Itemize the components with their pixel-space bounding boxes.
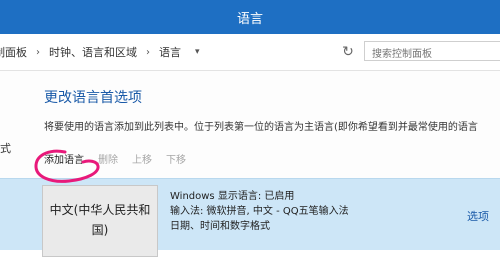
remove-button[interactable]: 删除 [98, 153, 118, 169]
main-content: 更改语言首选项 将要使用的语言添加到此列表中。位于列表第一位的语言为主语言(即你… [0, 71, 500, 257]
display-language-status: Windows 显示语言: 已启用 [170, 191, 295, 202]
input-method-list: 输入法: 微软拼音, 中文 - QQ五笔输入法 [170, 206, 349, 217]
add-language-button[interactable]: 添加语言 [44, 153, 84, 169]
language-list-item[interactable]: 中文(中华人民共和国) Windows 显示语言: 已启用 输入法: 微软拼音,… [0, 178, 500, 257]
date-time-format: 日期、时间和数字格式 [170, 221, 270, 232]
window-title: 语言 [236, 12, 263, 27]
options-link[interactable]: 选项 [467, 208, 489, 224]
left-panel-text: 式 [0, 142, 11, 155]
breadcrumb: 制面板 › 时钟、语言和区域 › 语言 ▾ [0, 43, 200, 61]
move-up-button[interactable]: 上移 [132, 153, 152, 169]
address-bar: 制面板 › 时钟、语言和区域 › 语言 ▾ ↻ [0, 34, 500, 71]
breadcrumb-separator-icon[interactable]: › [36, 47, 40, 58]
title-bar: 语言 [0, 0, 500, 34]
description-body: 将要使用的语言添加到此列表中。位于列表第一位的语言为主语言(即你希望看到并最常使… [44, 122, 468, 133]
language-name: 中文(中华人民共和国) [49, 203, 151, 237]
breadcrumb-language[interactable]: 语言 [159, 44, 181, 60]
description-text: 将要使用的语言添加到此列表中。位于列表第一位的语言为主语言(即你希望看到并最常使… [44, 118, 478, 133]
search-input[interactable] [365, 45, 496, 63]
language-details: Windows 显示语言: 已启用 输入法: 微软拼音, 中文 - QQ五笔输入… [170, 189, 349, 234]
language-toolbar: 添加语言 删除 上移 下移 [44, 153, 200, 169]
breadcrumb-control-panel[interactable]: 制面板 [0, 44, 27, 60]
move-down-button[interactable]: 下移 [166, 153, 186, 169]
description-cut: 言 [467, 122, 478, 133]
page-title: 更改语言首选项 [44, 90, 142, 106]
breadcrumb-clock-language-region[interactable]: 时钟、语言和区域 [49, 44, 137, 60]
chevron-down-icon[interactable]: ▾ [195, 47, 200, 57]
language-name-tile[interactable]: 中文(中华人民共和国) [42, 185, 158, 257]
breadcrumb-separator-icon[interactable]: › [146, 47, 150, 58]
search-box[interactable] [364, 41, 500, 63]
refresh-icon[interactable]: ↻ [337, 44, 359, 60]
